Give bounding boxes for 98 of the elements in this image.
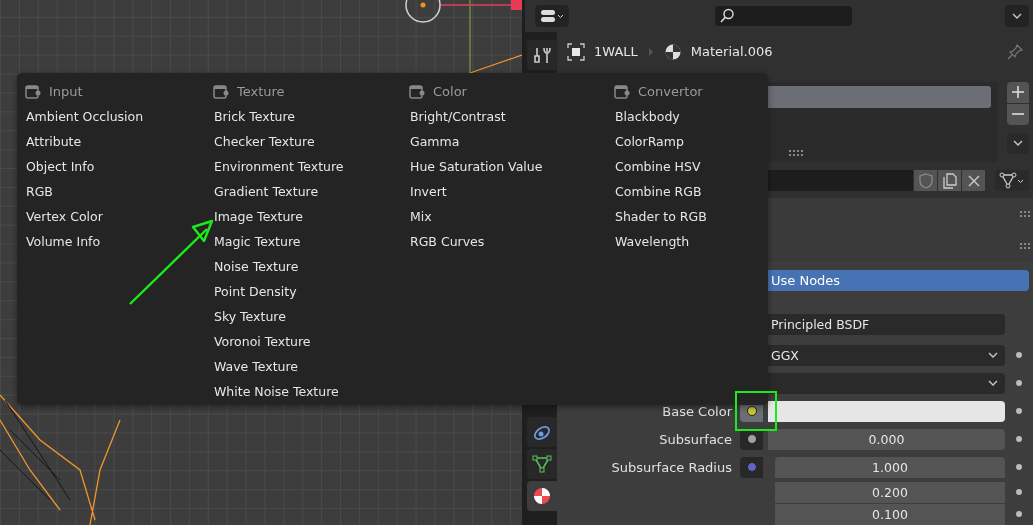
menu-item[interactable]: Point Density (213, 279, 297, 304)
keyframe-dot[interactable] (1016, 380, 1022, 387)
menu-column-title: Convertor (638, 84, 703, 99)
slot-specials-dropdown[interactable] (1007, 132, 1029, 154)
tool-icon (532, 45, 552, 65)
properties-editor-icon (540, 8, 564, 24)
node-icon (614, 84, 630, 99)
material-sphere-icon (663, 42, 682, 61)
node-tree-dropdown[interactable] (995, 170, 1029, 192)
menu-item[interactable]: Wave Texture (213, 354, 299, 379)
menu-item[interactable]: RGB (25, 179, 53, 204)
shield-icon (917, 172, 934, 189)
add-slot-button[interactable] (1007, 81, 1029, 103)
search-field[interactable] (715, 6, 852, 26)
node-icon (213, 84, 229, 99)
drag-grip-icon[interactable] (1020, 242, 1030, 249)
keyframe-dot[interactable] (1016, 489, 1022, 496)
menu-item[interactable]: Gamma (409, 129, 460, 154)
unlink-button[interactable] (962, 170, 985, 192)
plus-icon (1012, 86, 1024, 99)
menu-item[interactable]: Brick Texture (213, 104, 296, 129)
menu-item[interactable]: RGB Curves (409, 229, 485, 254)
resize-grip-icon[interactable] (789, 149, 803, 156)
copy-icon (941, 172, 958, 189)
menu-item[interactable]: Voronoi Texture (213, 329, 311, 354)
use-nodes-button[interactable]: Use Nodes (768, 270, 1029, 291)
menu-item[interactable]: Wavelength (614, 229, 690, 254)
menu-item[interactable]: Magic Texture (213, 229, 301, 254)
triangle-vertices-icon (532, 454, 552, 474)
input-label: Subsurface Radius (610, 459, 733, 475)
material-slot[interactable] (768, 85, 991, 108)
menu-item[interactable]: Checker Texture (213, 129, 315, 154)
menu-item[interactable]: Hue Saturation Value (409, 154, 543, 179)
pin-icon[interactable] (1006, 42, 1024, 61)
menu-item[interactable]: Blackbody (614, 104, 680, 129)
input-label: Base Color (661, 403, 733, 419)
empty-object-drawing (405, 0, 441, 23)
keyframe-dot[interactable] (1016, 511, 1022, 517)
menu-column-title: Input (49, 84, 83, 99)
chevron-down-icon (1012, 139, 1024, 148)
menu-column-title: Texture (237, 84, 285, 99)
distribution-dropdown[interactable]: GGX (768, 344, 1005, 366)
search-icon (719, 8, 735, 24)
properties-tab[interactable] (527, 40, 557, 70)
properties-tab[interactable] (527, 417, 557, 447)
material-name: Material.006 (690, 44, 773, 60)
remove-slot-button[interactable] (1007, 103, 1029, 125)
material-name-field[interactable] (768, 170, 913, 192)
options-dropdown[interactable] (1005, 5, 1029, 27)
material-sphere-icon (532, 486, 552, 506)
chevron-down-icon (1011, 12, 1023, 20)
menu-item[interactable]: Bright/Contrast (409, 104, 506, 129)
menu-item[interactable]: Attribute (25, 129, 82, 154)
menu-item[interactable]: Mix (409, 204, 432, 229)
menu-item[interactable]: Gradient Texture (213, 179, 319, 204)
menu-column-title: Color (433, 84, 467, 99)
keyframe-dot[interactable] (1016, 408, 1022, 415)
breadcrumb-arrow-icon (646, 46, 655, 57)
node-icon (409, 84, 425, 99)
menu-item[interactable]: Combine RGB (614, 179, 702, 204)
object-icon (567, 42, 585, 61)
object-name: 1WALL (594, 44, 638, 60)
menu-item[interactable]: Environment Texture (213, 154, 344, 179)
menu-item[interactable]: Ambient Occlusion (25, 104, 144, 129)
properties-tab[interactable] (527, 449, 557, 479)
number-field[interactable]: 1.000 (775, 456, 1005, 478)
menu-item[interactable]: Combine HSV (614, 154, 701, 179)
menu-item[interactable]: Invert (409, 179, 447, 204)
menu-item[interactable]: Image Texture (213, 204, 303, 229)
menu-item[interactable]: Volume Info (25, 229, 101, 254)
number-field[interactable]: 0.100 (775, 503, 1005, 525)
menu-item[interactable]: White Noise Texture (213, 379, 339, 404)
menu-item[interactable]: Shader to RGB (614, 204, 707, 229)
input-label: Subsurface (658, 431, 733, 447)
keyframe-dot[interactable] (1016, 436, 1022, 443)
node-tree-icon (999, 171, 1025, 190)
fake-user-button[interactable] (914, 170, 937, 192)
menu-item[interactable]: Vertex Color (25, 204, 103, 229)
menu-item[interactable]: ColorRamp (614, 129, 684, 154)
number-field[interactable]: 0.200 (775, 481, 1005, 503)
color-swatch[interactable] (768, 400, 1005, 422)
keyframe-dot[interactable] (1016, 464, 1022, 471)
menu-item[interactable]: Sky Texture (213, 304, 286, 329)
drag-grip-icon[interactable] (1020, 210, 1030, 217)
duplicate-button[interactable] (938, 170, 961, 192)
surface-shader-field[interactable]: Principled BSDF (768, 313, 1005, 335)
properties-tab[interactable] (527, 481, 557, 511)
close-icon (967, 174, 980, 187)
chevron-down-icon (987, 351, 999, 360)
node-icon (25, 84, 41, 99)
number-field[interactable]: 0.000 (768, 428, 1005, 450)
socket-button[interactable] (740, 428, 763, 450)
menu-item[interactable]: Object Info (25, 154, 95, 179)
menu-item[interactable]: Noise Texture (213, 254, 299, 279)
keyframe-dot[interactable] (1016, 352, 1022, 359)
chevron-down-icon (987, 379, 999, 388)
editor-type-button[interactable] (535, 5, 569, 27)
highlight-frame (735, 391, 777, 431)
